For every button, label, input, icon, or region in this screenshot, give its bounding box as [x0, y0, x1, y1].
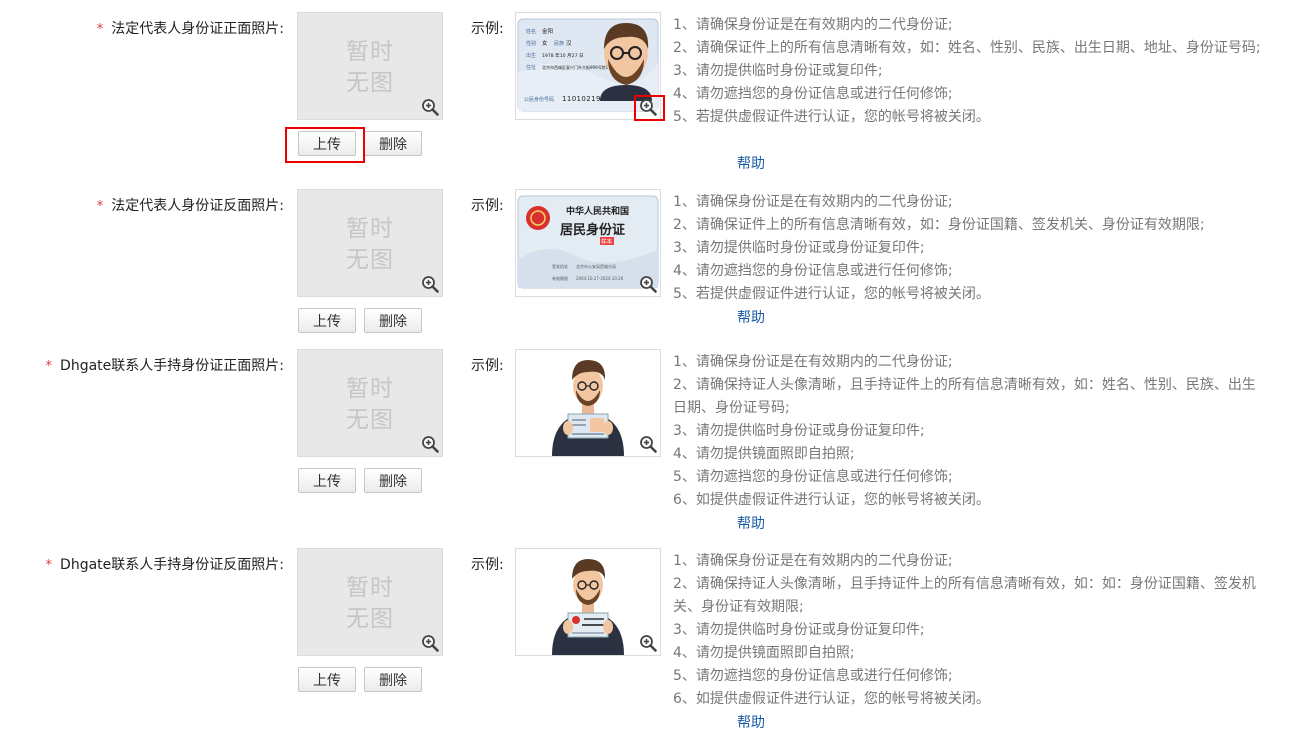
- zoom-icon[interactable]: [639, 435, 657, 453]
- zoom-icon[interactable]: [421, 275, 439, 293]
- placeholder-text: 暂时 无图: [346, 39, 394, 96]
- svg-text:签发机关: 签发机关: [552, 263, 568, 269]
- sample-image-hold-back: [515, 548, 661, 656]
- svg-text:1978 年10 月27 日: 1978 年10 月27 日: [542, 52, 584, 59]
- note-item: 6、如提供虚假证件进行认证，您的帐号将被关闭。: [673, 691, 990, 707]
- field-label: * Dhgate联系人手持身份证反面照片:: [45, 557, 284, 573]
- note-item: 3、请勿提供临时身份证或身份证复印件;: [673, 423, 925, 439]
- note-item: 1、请确保身份证是在有效期内的二代身份证;: [673, 354, 953, 370]
- note-item: 4、请勿遮挡您的身份证信息或进行任何修饰;: [673, 263, 953, 279]
- upload-button[interactable]: 上传: [298, 308, 356, 333]
- svg-text:性别: 性别: [526, 40, 536, 47]
- note-item: 3、请勿提供临时身份证或身份证复印件;: [673, 240, 925, 256]
- zoom-icon[interactable]: [421, 435, 439, 453]
- svg-text:出生: 出生: [526, 52, 536, 59]
- upload-button[interactable]: 上传: [298, 468, 356, 493]
- note-item: 5、请勿遮挡您的身份证信息或进行任何修饰;: [673, 469, 953, 485]
- delete-button[interactable]: 删除: [364, 667, 422, 692]
- field-label: * 法定代表人身份证反面照片:: [96, 198, 284, 214]
- note-item: 4、请勿遮挡您的身份证信息或进行任何修饰;: [673, 86, 953, 102]
- requirements-list: 1、请确保身份证是在有效期内的二代身份证; 2、请确保持证人头像清晰，且手持证件…: [673, 550, 1263, 711]
- note-item: 5、若提供虚假证件进行认证，您的帐号将被关闭。: [673, 286, 990, 302]
- help-link[interactable]: 帮助: [737, 712, 765, 732]
- requirements-list: 1、请确保身份证是在有效期内的二代身份证; 2、请确保证件上的所有信息清晰有效，…: [673, 14, 1263, 129]
- note-item: 1、请确保身份证是在有效期内的二代身份证;: [673, 553, 953, 569]
- svg-text:民族: 民族: [554, 40, 564, 47]
- highlight-upload-box: [285, 127, 365, 163]
- required-star: *: [45, 558, 53, 573]
- note-item: 4、请勿提供镜面照即自拍照;: [673, 645, 855, 661]
- svg-text:居民身份证: 居民身份证: [560, 222, 625, 238]
- zoom-icon[interactable]: [421, 634, 439, 652]
- note-item: 2、请确保证件上的所有信息清晰有效，如：姓名、性别、民族、出生日期、地址、身份证…: [673, 40, 1261, 56]
- example-label: 示例:: [471, 198, 504, 214]
- photo-placeholder: 暂时 无图: [297, 12, 443, 120]
- placeholder-text: 暂时 无图: [346, 376, 394, 433]
- note-item: 3、请勿提供临时身份证或复印件;: [673, 63, 883, 79]
- note-item: 1、请确保身份证是在有效期内的二代身份证;: [673, 17, 953, 33]
- photo-placeholder: 暂时 无图: [297, 349, 443, 457]
- highlight-zoom-box: [634, 95, 665, 121]
- photo-placeholder: 暂时 无图: [297, 548, 443, 656]
- help-link[interactable]: 帮助: [737, 307, 765, 327]
- zoom-icon[interactable]: [639, 275, 657, 293]
- sample-image-hold-front: [515, 349, 661, 457]
- svg-text:样本: 样本: [601, 238, 613, 246]
- note-item: 2、请确保持证人头像清晰，且手持证件上的所有信息清晰有效，如：姓名、性别、民族、…: [673, 377, 1256, 416]
- note-item: 1、请确保身份证是在有效期内的二代身份证;: [673, 194, 953, 210]
- required-star: *: [45, 359, 53, 374]
- field-label: * 法定代表人身份证正面照片:: [96, 21, 284, 37]
- note-item: 5、若提供虚假证件进行认证，您的帐号将被关闭。: [673, 109, 990, 125]
- svg-text:汉: 汉: [566, 39, 572, 47]
- upload-button[interactable]: 上传: [298, 667, 356, 692]
- note-item: 2、请确保证件上的所有信息清晰有效，如：身份证国籍、签发机关、身份证有效期限;: [673, 217, 1205, 233]
- required-star: *: [96, 199, 104, 214]
- delete-button[interactable]: 删除: [364, 308, 422, 333]
- requirements-list: 1、请确保身份证是在有效期内的二代身份证; 2、请确保持证人头像清晰，且手持证件…: [673, 351, 1263, 512]
- requirements-list: 1、请确保身份证是在有效期内的二代身份证; 2、请确保证件上的所有信息清晰有效，…: [673, 191, 1263, 306]
- photo-placeholder: 暂时 无图: [297, 189, 443, 297]
- placeholder-text: 暂时 无图: [346, 575, 394, 632]
- svg-text:住址: 住址: [526, 64, 536, 71]
- delete-button[interactable]: 删除: [364, 131, 422, 156]
- zoom-icon[interactable]: [421, 98, 439, 116]
- example-label: 示例:: [471, 358, 504, 374]
- svg-text:有效期限: 有效期限: [552, 275, 568, 281]
- required-star: *: [96, 22, 104, 37]
- svg-text:女: 女: [542, 39, 548, 47]
- note-item: 4、请勿提供镜面照即自拍照;: [673, 446, 855, 462]
- zoom-icon[interactable]: [639, 634, 657, 652]
- svg-text:姓名: 姓名: [526, 28, 536, 35]
- note-item: 3、请勿提供临时身份证或身份证复印件;: [673, 622, 925, 638]
- placeholder-text: 暂时 无图: [346, 216, 394, 273]
- sample-image-id-back: 中华人民共和国 居民身份证 样本 签发机关 北京市公安局西城分局 有效期限 20…: [515, 189, 661, 297]
- example-label: 示例:: [471, 21, 504, 37]
- field-label: * Dhgate联系人手持身份证正面照片:: [45, 358, 284, 374]
- note-item: 5、请勿遮挡您的身份证信息或进行任何修饰;: [673, 668, 953, 684]
- example-label: 示例:: [471, 557, 504, 573]
- svg-text:金阳: 金阳: [542, 27, 553, 35]
- help-link[interactable]: 帮助: [737, 153, 765, 173]
- delete-button[interactable]: 删除: [364, 468, 422, 493]
- svg-text:中华人民共和国: 中华人民共和国: [566, 205, 629, 217]
- help-link[interactable]: 帮助: [737, 513, 765, 533]
- svg-text:公民身份号码: 公民身份号码: [524, 96, 554, 103]
- svg-text:北京市公安局西城分局: 北京市公安局西城分局: [576, 263, 616, 269]
- svg-text:2004.10.27-2024.10.26: 2004.10.27-2024.10.26: [576, 276, 624, 281]
- note-item: 2、请确保持证人头像清晰，且手持证件上的所有信息清晰有效，如：如：身份证国籍、签…: [673, 576, 1256, 615]
- note-item: 6、如提供虚假证件进行认证，您的帐号将被关闭。: [673, 492, 990, 508]
